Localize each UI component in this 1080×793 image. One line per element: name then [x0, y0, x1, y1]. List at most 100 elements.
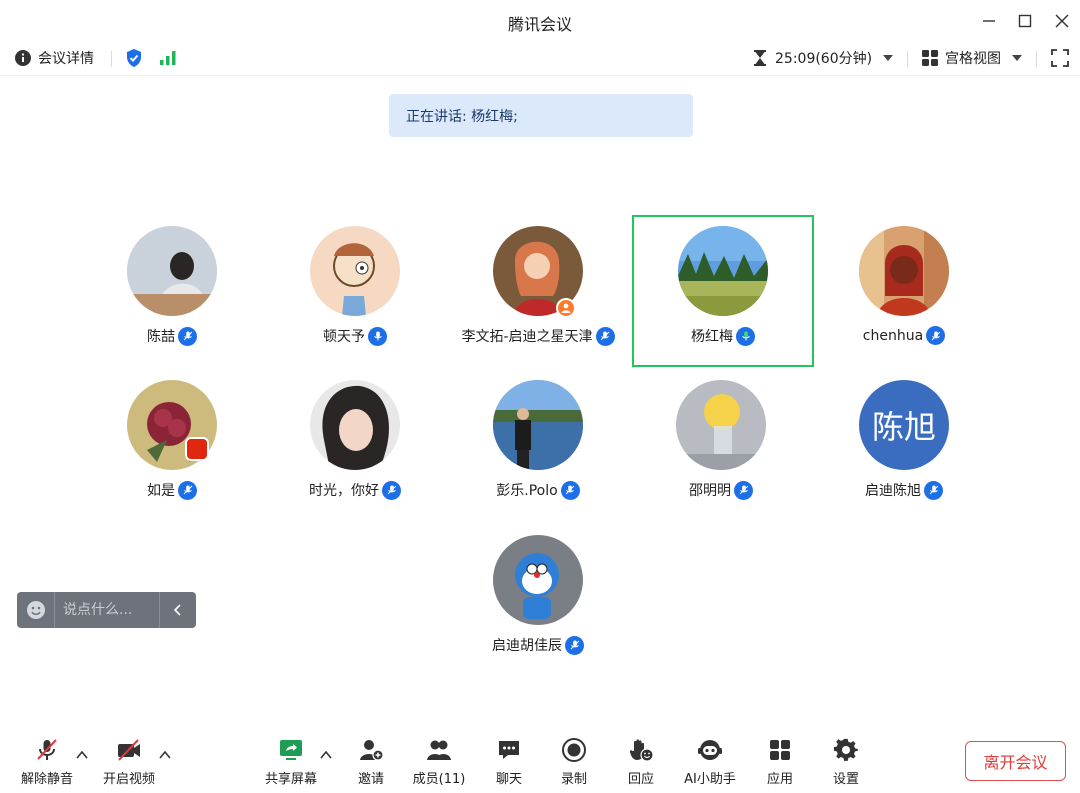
- mic-muted-icon: [382, 480, 401, 500]
- info-icon: [15, 50, 31, 66]
- participant-tile[interactable]: 陈旭 启迪陈旭: [813, 370, 995, 522]
- mic-muted-icon: [178, 480, 197, 500]
- unmute-button[interactable]: 解除静音: [18, 736, 76, 792]
- mic-muted-icon: [178, 326, 197, 346]
- emoji-icon: [26, 601, 45, 619]
- meeting-info-button[interactable]: 会议详情: [14, 42, 94, 74]
- close-icon: [1055, 14, 1069, 28]
- participant-name-row: 陈喆: [81, 326, 263, 346]
- maximize-icon: [1018, 14, 1032, 28]
- members-button[interactable]: 成员(11): [410, 736, 468, 792]
- close-button[interactable]: [1048, 8, 1076, 34]
- unmute-label: 解除静音: [20, 772, 73, 787]
- network-status-button[interactable]: [158, 42, 178, 74]
- collapse-chat-button[interactable]: [159, 592, 195, 628]
- participant-tile-active[interactable]: 杨红梅: [632, 215, 814, 367]
- settings-label: 设置: [832, 772, 859, 787]
- grid-view-icon: [922, 50, 938, 66]
- mic-muted-icon: [734, 480, 753, 500]
- flag-badge: [185, 437, 209, 461]
- avatar: [127, 226, 217, 316]
- participant-name-row: 李文拓-启迪之星天津: [447, 326, 629, 346]
- participant-tile[interactable]: 彭乐.Polo: [447, 370, 629, 522]
- record-button[interactable]: 录制: [555, 736, 593, 792]
- timer-button[interactable]: 25:09(60分钟): [752, 42, 894, 74]
- chevron-left-icon: [173, 604, 181, 616]
- participant-tile[interactable]: 陈喆: [81, 216, 263, 368]
- maximize-button[interactable]: [1011, 8, 1039, 34]
- chat-label: 聊天: [495, 772, 522, 787]
- invite-button[interactable]: 邀请: [351, 736, 391, 792]
- signal-icon: [160, 51, 176, 65]
- participant-name-row: chenhua: [813, 326, 995, 345]
- apps-button[interactable]: 应用: [761, 736, 799, 792]
- participant-name-row: 邵明明: [630, 480, 812, 500]
- start-video-label: 开启视频: [102, 772, 155, 787]
- caret-down-icon: [883, 55, 894, 61]
- avatar: [493, 380, 583, 470]
- participant-name-row: 启迪陈旭: [813, 480, 995, 500]
- divider: [1036, 51, 1037, 67]
- top-toolbar: 会议详情 25:09(60分钟) 宫格视图: [0, 42, 1080, 76]
- bottom-toolbar: 解除静音 开启视频 共享屏幕 邀请 成员(11) 聊天 录制 回应 AI小助手 …: [0, 728, 1080, 793]
- participant-tile[interactable]: 时光，你好: [264, 370, 446, 522]
- record-label: 录制: [560, 772, 587, 787]
- ai-assistant-button[interactable]: AI小助手: [680, 736, 740, 792]
- caret-up-icon[interactable]: [158, 748, 172, 762]
- ai-robot-icon: [698, 740, 722, 760]
- window-title: 腾讯会议: [507, 15, 572, 34]
- share-screen-label: 共享屏幕: [264, 772, 317, 787]
- participant-name: 启迪胡佳辰: [492, 638, 562, 654]
- caret-down-icon: [1012, 55, 1022, 61]
- security-button[interactable]: [125, 42, 143, 74]
- start-video-button[interactable]: 开启视频: [100, 736, 158, 792]
- react-label: 回应: [627, 772, 654, 787]
- hourglass-icon: [754, 50, 766, 66]
- view-mode-label: 宫格视图: [945, 51, 1001, 67]
- participant-name: 杨红梅: [691, 329, 733, 345]
- participant-tile[interactable]: 邵明明: [630, 370, 812, 522]
- participant-tile[interactable]: 顿天予: [264, 216, 446, 368]
- participant-name-row: 启迪胡佳辰: [447, 635, 629, 655]
- mic-muted-icon: [565, 635, 584, 655]
- host-badge: [556, 298, 576, 318]
- participant-name-row: 如是: [81, 480, 263, 500]
- participant-name: 如是: [147, 483, 175, 499]
- participant-tile[interactable]: 如是: [81, 370, 263, 522]
- participant-name: chenhua: [862, 327, 924, 344]
- minimize-button[interactable]: [975, 8, 1003, 34]
- chat-input[interactable]: [55, 602, 159, 618]
- ai-assistant-label: AI小助手: [684, 772, 736, 787]
- emoji-button[interactable]: [17, 592, 55, 628]
- share-screen-icon: [280, 740, 302, 760]
- caret-up-icon[interactable]: [319, 748, 333, 762]
- mic-muted-icon: [924, 480, 943, 500]
- avatar: [493, 535, 583, 625]
- meeting-window: 腾讯会议 会议详情 25:09(60分钟) 宫格视图 正在讲话: 杨红梅; 陈喆…: [0, 0, 1080, 793]
- members-icon: [427, 740, 451, 760]
- apps-label: 应用: [766, 772, 793, 787]
- invite-label: 邀请: [357, 772, 384, 787]
- participant-tile[interactable]: chenhua: [813, 216, 995, 368]
- settings-button[interactable]: 设置: [827, 736, 865, 792]
- title-bar: 腾讯会议: [0, 0, 1080, 42]
- participant-name: 陈喆: [147, 329, 175, 345]
- chat-button[interactable]: 聊天: [490, 736, 528, 792]
- fullscreen-button[interactable]: [1051, 42, 1069, 74]
- participant-tile[interactable]: 启迪胡佳辰: [447, 525, 629, 677]
- apps-icon: [770, 740, 790, 760]
- participant-name-row: 顿天予: [264, 326, 446, 346]
- caret-up-icon[interactable]: [75, 748, 89, 762]
- share-screen-button[interactable]: 共享屏幕: [262, 736, 320, 792]
- leave-meeting-button[interactable]: 离开会议: [965, 741, 1066, 781]
- mic-muted-icon: [595, 326, 615, 346]
- participant-tile[interactable]: 李文拓-启迪之星天津: [447, 216, 629, 368]
- raise-hand-icon: [629, 739, 654, 762]
- divider: [111, 51, 112, 67]
- mic-icon: [368, 326, 387, 346]
- fullscreen-icon: [1051, 49, 1069, 67]
- meeting-info-label: 会议详情: [38, 51, 94, 67]
- react-button[interactable]: 回应: [622, 736, 660, 792]
- view-mode-button[interactable]: 宫格视图: [921, 42, 1023, 74]
- mic-muted-icon: [926, 326, 946, 345]
